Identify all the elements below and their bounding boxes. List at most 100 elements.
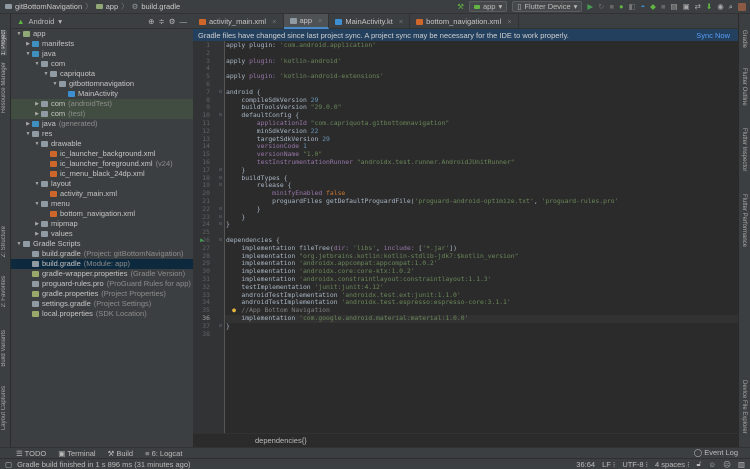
expanded-arrow-icon[interactable]: ▼	[42, 69, 50, 79]
lock-icon[interactable]: 🔓︎	[697, 459, 702, 469]
tool-terminal[interactable]: ▣ Terminal	[58, 449, 95, 458]
editor-tab[interactable]: bottom_navigation.xml ×	[410, 14, 519, 29]
search-icon[interactable]: ⌕	[729, 2, 733, 12]
expanded-arrow-icon[interactable]: ▼	[24, 129, 32, 139]
expanded-arrow-icon[interactable]: ▼	[15, 239, 23, 249]
tool-favorites[interactable]: 2: Favorites	[1, 276, 7, 307]
tree-item[interactable]: MainActivity	[11, 89, 193, 99]
tree-item[interactable]: ▼ com	[11, 59, 193, 69]
build-hammer-icon[interactable]: ⚒	[457, 2, 464, 11]
line-separator[interactable]: LF ⁝	[602, 460, 615, 469]
sync-icon[interactable]: ◆	[650, 2, 656, 11]
tool-flutter-outline[interactable]: Flutter Outline	[741, 68, 747, 106]
stop-icon[interactable]: ■	[609, 2, 614, 11]
status-toggle-icon[interactable]: ▢	[5, 460, 12, 469]
project-view-select[interactable]: Android	[28, 17, 54, 26]
tree-item[interactable]: gradle-wrapper.properties (Gradle Version…	[11, 269, 193, 279]
feedback-sad-icon[interactable]: ☹	[723, 460, 731, 469]
expanded-arrow-icon[interactable]: ▼	[33, 199, 41, 209]
breadcrumb-module[interactable]: app	[106, 2, 119, 11]
tree-item[interactable]: ic_menu_black_24dp.xml	[11, 169, 193, 179]
file-encoding[interactable]: UTF-8 ⁝	[622, 460, 648, 469]
tool-todo[interactable]: ☰ TODO	[16, 449, 46, 458]
expanded-arrow-icon[interactable]: ▼	[24, 49, 32, 59]
avd-manager-icon[interactable]: ▣	[683, 2, 690, 11]
tool-build-variants[interactable]: Build Variants	[1, 330, 7, 367]
caret-position[interactable]: 36:64	[576, 460, 595, 469]
breadcrumb-file[interactable]: build.gradle	[141, 2, 180, 11]
tool-layout-captures[interactable]: Layout Captures	[1, 386, 7, 430]
expanded-arrow-icon[interactable]: ▼	[15, 29, 23, 39]
breadcrumb-project[interactable]: gitBottomNavigation	[15, 2, 82, 11]
collapsed-arrow-icon[interactable]: ▶	[33, 219, 41, 229]
tree-item[interactable]: ▶ com (androidTest)	[11, 99, 193, 109]
tree-item[interactable]: bottom_navigation.xml	[11, 209, 193, 219]
fold-marker-icon[interactable]: ⊟	[219, 221, 222, 229]
collapsed-arrow-icon[interactable]: ▶	[24, 39, 32, 49]
tree-item[interactable]: build.gradle (Project: gitBottomNavigatio…	[11, 249, 193, 259]
close-tab-icon[interactable]: ×	[507, 17, 511, 26]
tree-item[interactable]: ▼ res	[11, 129, 193, 139]
editor-tab[interactable]: app ×	[283, 14, 330, 29]
tree-item[interactable]: ▼ java	[11, 49, 193, 59]
expanded-arrow-icon[interactable]: ▼	[33, 59, 41, 69]
tree-item[interactable]: ▼ Gradle Scripts	[11, 239, 193, 249]
indent-setting[interactable]: 4 spaces ⁝	[655, 460, 690, 469]
feedback-happy-icon[interactable]: ☺	[708, 460, 716, 469]
run-gutter-icon[interactable]: ▶	[200, 236, 204, 245]
stop-all-icon[interactable]: ■	[661, 2, 666, 11]
debug-icon[interactable]: ●	[619, 2, 624, 11]
project-structure-icon[interactable]: ▤	[670, 2, 677, 11]
fold-marker-icon[interactable]: ⊟	[219, 182, 222, 190]
avatar[interactable]	[738, 2, 746, 11]
tree-item[interactable]: ▶ values	[11, 229, 193, 239]
tool-flutter-performance[interactable]: Flutter Performance	[741, 194, 747, 247]
close-tab-icon[interactable]: ×	[272, 17, 276, 26]
tree-item[interactable]: ▼ drawable	[11, 139, 193, 149]
hide-icon[interactable]: —	[180, 17, 188, 26]
code-editor[interactable]: 1 2 3 4 5 6 7 ⊟ 8 9 10 ⊟ 11 12 13 14 15 16 17 ⊟ 18 ⊟ 19 ⊟ 20 21 22…	[193, 41, 738, 433]
sync-now-link[interactable]: Sync Now	[696, 31, 730, 40]
tree-item[interactable]: build.gradle (Module: app)	[11, 259, 193, 269]
tree-item[interactable]: ▶ manifests	[11, 39, 193, 49]
attach-debugger-icon[interactable]: ◧	[629, 2, 636, 11]
close-tab-icon[interactable]: ×	[318, 16, 322, 25]
fold-marker-icon[interactable]: ⊟	[219, 167, 222, 175]
gear-icon[interactable]: ⚙	[169, 17, 176, 26]
tree-item[interactable]: proguard-rules.pro (ProGuard Rules for ap…	[11, 279, 193, 289]
editor-breadcrumb[interactable]: dependencies{}	[193, 433, 738, 447]
device-select[interactable]: ▯ Flutter Device ▾	[512, 1, 583, 12]
expanded-arrow-icon[interactable]: ▼	[33, 179, 41, 189]
tool-gradle[interactable]: Gradle	[741, 30, 747, 48]
fold-marker-icon[interactable]: ⊟	[219, 237, 222, 245]
tree-item[interactable]: ▶ mipmap	[11, 219, 193, 229]
tree-item[interactable]: ▶ java (generated)	[11, 119, 193, 129]
tree-item[interactable]: local.properties (SDK Location)	[11, 309, 193, 319]
tree-item[interactable]: ▼ capriquota	[11, 69, 193, 79]
run-config-select[interactable]: app ▾	[468, 1, 508, 12]
tree-item[interactable]: ic_launcher_background.xml	[11, 149, 193, 159]
fold-marker-icon[interactable]: ⊟	[219, 112, 222, 120]
apply-changes-icon[interactable]: ↻	[598, 2, 604, 11]
gradle-sync-icon[interactable]: ⇄	[695, 2, 701, 11]
fold-marker-icon[interactable]: ⊟	[219, 89, 222, 97]
tool-resource-manager[interactable]: Resource Manager	[1, 62, 7, 113]
fold-marker-icon[interactable]: ⊟	[219, 175, 222, 183]
fold-marker-icon[interactable]: ⊟	[219, 323, 222, 331]
collapsed-arrow-icon[interactable]: ▶	[33, 99, 41, 109]
close-tab-icon[interactable]: ×	[399, 17, 403, 26]
editor-tab[interactable]: MainActivity.kt ×	[329, 14, 411, 29]
sdk-manager-icon[interactable]: ⬇	[706, 2, 712, 11]
tree-item[interactable]: ▼ gitbottomnavigation	[11, 79, 193, 89]
tool-structure[interactable]: Z: Structure	[1, 226, 7, 257]
tree-item[interactable]: ic_launcher_foreground.xml (v24)	[11, 159, 193, 169]
tool-flutter-inspector[interactable]: Flutter Inspector	[741, 128, 747, 171]
locate-icon[interactable]: ⊕	[148, 17, 154, 26]
tree-item[interactable]: ▶ com (test)	[11, 109, 193, 119]
tree-item[interactable]: activity_main.xml	[11, 189, 193, 199]
tool-build[interactable]: ⚒ Build	[108, 449, 134, 458]
collapsed-arrow-icon[interactable]: ▶	[33, 109, 41, 119]
fold-marker-icon[interactable]: ⊟	[219, 206, 222, 214]
fold-marker-icon[interactable]: ⊟	[219, 214, 222, 222]
collapsed-arrow-icon[interactable]: ▶	[33, 229, 41, 239]
